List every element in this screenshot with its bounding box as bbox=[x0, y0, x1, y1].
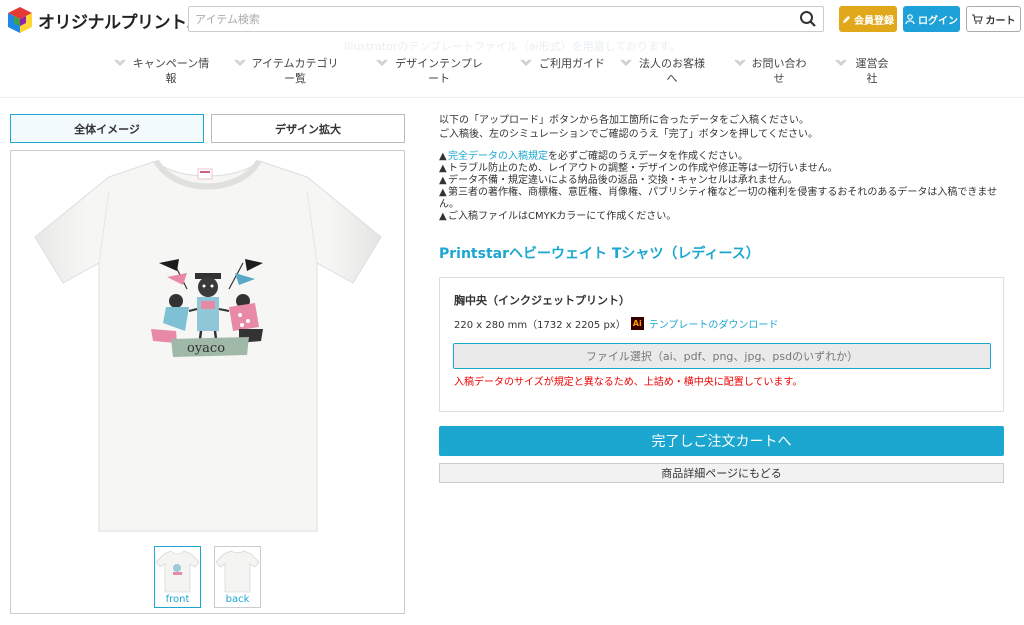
warning-text: を必ずご確認のうえデータを作成ください。 bbox=[548, 151, 748, 162]
warning-text: データ不備・規定違いによる納品後の返品・交換・キャンセルは承れません。 bbox=[448, 175, 798, 186]
thumb-back-label: back bbox=[225, 594, 250, 605]
tshirt-image: oyaco bbox=[34, 159, 382, 532]
file-select-button[interactable]: ファイル選択（ai、pdf、png、jpg、psdのいずれか） bbox=[453, 343, 991, 369]
login-button[interactable]: ログイン bbox=[903, 6, 960, 32]
print-area-size: 220 x 280 mm（1732 x 2205 px） bbox=[454, 320, 626, 331]
design-banner-text: oyaco bbox=[187, 341, 225, 356]
chevron-down-icon bbox=[520, 59, 532, 67]
warning-text: ご入稿ファイルはCMYKカラーにて作成ください。 bbox=[448, 211, 677, 222]
print-area-size-row: 220 x 280 mm（1732 x 2205 px） Ai テンプレートのダ… bbox=[454, 316, 778, 331]
size-warning: 入稿データのサイズが規定と異なるため、上詰め・横中央に配置しています。 bbox=[454, 377, 803, 388]
nav-item-contact[interactable]: お問い合わせ bbox=[734, 56, 807, 86]
user-icon bbox=[905, 14, 915, 24]
nav-item-business[interactable]: 法人のお客様へ bbox=[620, 56, 707, 86]
warning-text: トラブル防止のため、レイアウトの調整・デザインの作成や修正等は一切行いません。 bbox=[448, 163, 838, 174]
register-label: 会員登録 bbox=[854, 15, 894, 27]
main-nav: キャンペーン情報 アイテムカテゴリー覧 デザインテンプレート ご利用ガイド 法人… bbox=[0, 56, 1024, 96]
print-area-title: 胸中央（インクジェットプリント） bbox=[454, 294, 630, 307]
upload-instructions: 以下の「アップロード」ボタンから各加工箇所に合ったデータをご入稿ください。 ご入… bbox=[439, 114, 818, 142]
warning-icon: ▲ bbox=[439, 187, 447, 198]
nav-divider bbox=[0, 97, 1024, 98]
illustrator-icon: Ai bbox=[630, 317, 644, 330]
chevron-down-icon bbox=[376, 59, 388, 67]
register-button[interactable]: 会員登録 bbox=[839, 6, 897, 32]
instruction-line: ご入稿後、左のシミュレーションでご確認のうえ「完了」ボタンを押してください。 bbox=[439, 129, 818, 140]
pencil-icon bbox=[842, 15, 851, 23]
warning-item: ▲第三者の著作権、商標権、意匠権、肖像権、パブリシティ権など一切の権利を侵害する… bbox=[439, 187, 1014, 211]
warning-list: ▲完全データの入稿規定を必ずご確認のうえデータを作成ください。 ▲トラブル防止の… bbox=[439, 151, 1014, 223]
warning-icon: ▲ bbox=[439, 151, 447, 162]
site-header: オリジナルプリント.jp 会員登録 ログイン カート bbox=[0, 0, 1024, 38]
nav-label: 運営会社 bbox=[855, 57, 889, 85]
tshirt-preview: oyaco bbox=[10, 150, 405, 614]
nav-item-campaign[interactable]: キャンペーン情報 bbox=[114, 56, 211, 86]
site-logo[interactable]: オリジナルプリント.jp bbox=[6, 6, 205, 34]
warning-icon: ▲ bbox=[439, 211, 447, 222]
cart-label: カート bbox=[985, 15, 1016, 27]
instruction-line: 以下の「アップロード」ボタンから各加工箇所に合ったデータをご入稿ください。 bbox=[439, 115, 809, 126]
nav-label: 法人のお客様へ bbox=[639, 57, 705, 85]
nav-label: お問い合わせ bbox=[751, 57, 807, 85]
back-to-product-button[interactable]: 商品詳細ページにもどる bbox=[439, 463, 1004, 483]
search-box bbox=[188, 6, 824, 32]
nav-label: キャンペーン情報 bbox=[132, 57, 210, 85]
template-download-link[interactable]: テンプレートのダウンロード bbox=[649, 316, 779, 331]
nav-label: アイテムカテゴリー覧 bbox=[251, 57, 339, 85]
chevron-down-icon bbox=[234, 59, 246, 67]
tab-overview[interactable]: 全体イメージ bbox=[10, 114, 204, 143]
thumb-back[interactable]: back bbox=[214, 546, 261, 608]
thumb-front-label: front bbox=[165, 594, 190, 605]
warning-text: 第三者の著作権、商標権、意匠権、肖像権、パブリシティ権など一切の権利を侵害するお… bbox=[439, 187, 998, 210]
warning-item: ▲データ不備・規定違いによる納品後の返品・交換・キャンセルは承れません。 bbox=[439, 175, 1014, 187]
data-rules-link[interactable]: 完全データの入稿規定 bbox=[448, 151, 548, 162]
cart-icon bbox=[971, 14, 983, 24]
product-title: Printstarヘビーウェイト Tシャツ（レディース） bbox=[439, 246, 760, 262]
ghost-banner-text: Illustratorのテンプレートファイル（ai形式）を用意しております。 bbox=[344, 40, 680, 53]
nav-label: デザインテンプレート bbox=[395, 57, 483, 85]
chevron-down-icon bbox=[734, 59, 746, 67]
cart-button[interactable]: カート bbox=[966, 6, 1021, 32]
nav-item-company[interactable]: 運営会社 bbox=[835, 56, 892, 86]
warning-icon: ▲ bbox=[439, 175, 447, 186]
chevron-down-icon bbox=[620, 59, 632, 67]
nav-label: ご利用ガイド bbox=[539, 57, 605, 70]
chevron-down-icon bbox=[835, 59, 847, 67]
warning-icon: ▲ bbox=[439, 163, 447, 174]
nav-item-category[interactable]: アイテムカテゴリー覧 bbox=[234, 56, 339, 86]
tshirt-back-thumb-icon bbox=[215, 550, 260, 593]
logo-text: オリジナルプリント.jp bbox=[38, 12, 205, 32]
complete-order-button[interactable]: 完了しご注文カートへ bbox=[439, 426, 1004, 456]
print-area-card: 胸中央（インクジェットプリント） 220 x 280 mm（1732 x 220… bbox=[439, 277, 1004, 412]
warning-item: ▲ご入稿ファイルはCMYKカラーにて作成ください。 bbox=[439, 211, 1014, 223]
login-label: ログイン bbox=[918, 15, 958, 27]
thumb-front[interactable]: front bbox=[154, 546, 201, 608]
search-icon[interactable] bbox=[799, 10, 817, 28]
tab-zoom[interactable]: デザイン拡大 bbox=[211, 114, 405, 143]
logo-cube-icon bbox=[8, 7, 32, 33]
nav-item-guide[interactable]: ご利用ガイド bbox=[520, 56, 607, 71]
chevron-down-icon bbox=[114, 59, 126, 67]
warning-item: ▲トラブル防止のため、レイアウトの調整・デザインの作成や修正等は一切行いません。 bbox=[439, 163, 1014, 175]
warning-item: ▲完全データの入稿規定を必ずご確認のうえデータを作成ください。 bbox=[439, 151, 1014, 163]
search-input[interactable] bbox=[189, 7, 779, 31]
nav-item-template[interactable]: デザインテンプレート bbox=[376, 56, 485, 86]
tshirt-front-thumb-icon bbox=[155, 550, 200, 593]
